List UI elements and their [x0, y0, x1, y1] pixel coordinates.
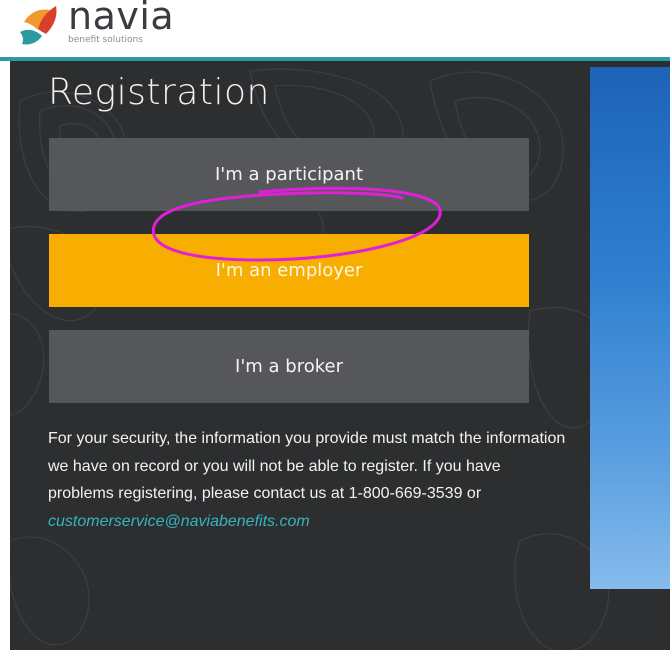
page: navia benefit solutions Registration I'm… — [0, 0, 670, 650]
security-info-text: For your security, the information you p… — [48, 430, 566, 502]
logo-tagline: benefit solutions — [68, 35, 143, 45]
customer-service-email-link[interactable]: customerservice@naviabenefits.com — [48, 513, 310, 530]
page-title: Registration — [48, 72, 270, 113]
logo-wordmark: navia — [68, 0, 175, 38]
hero-image — [590, 67, 670, 589]
participant-button[interactable]: I'm a participant — [49, 138, 529, 211]
navia-logo[interactable]: navia benefit solutions — [16, 0, 216, 56]
header: navia benefit solutions — [0, 0, 670, 58]
security-info: For your security, the information you p… — [48, 425, 568, 535]
broker-button[interactable]: I'm a broker — [49, 330, 529, 403]
left-margin — [0, 61, 10, 650]
navia-logo-icon — [20, 6, 57, 45]
employer-button[interactable]: I'm an employer — [49, 234, 529, 307]
